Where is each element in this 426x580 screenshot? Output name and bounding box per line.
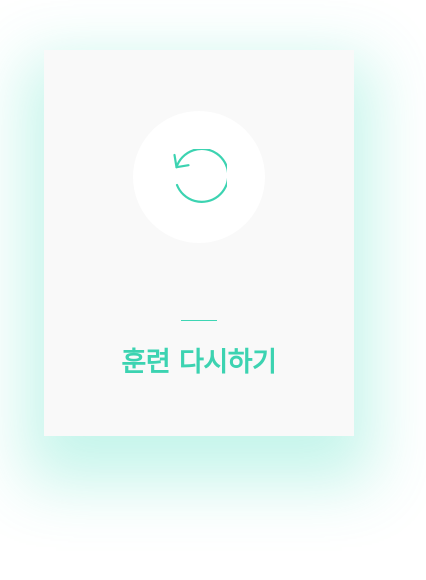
divider [181, 320, 217, 321]
icon-circle [133, 111, 265, 243]
retry-icon [173, 149, 227, 203]
stage: 훈련 다시하기 [0, 0, 426, 580]
retry-training-label: 훈련 다시하기 [121, 347, 277, 378]
retry-training-card[interactable]: 훈련 다시하기 [44, 50, 354, 436]
